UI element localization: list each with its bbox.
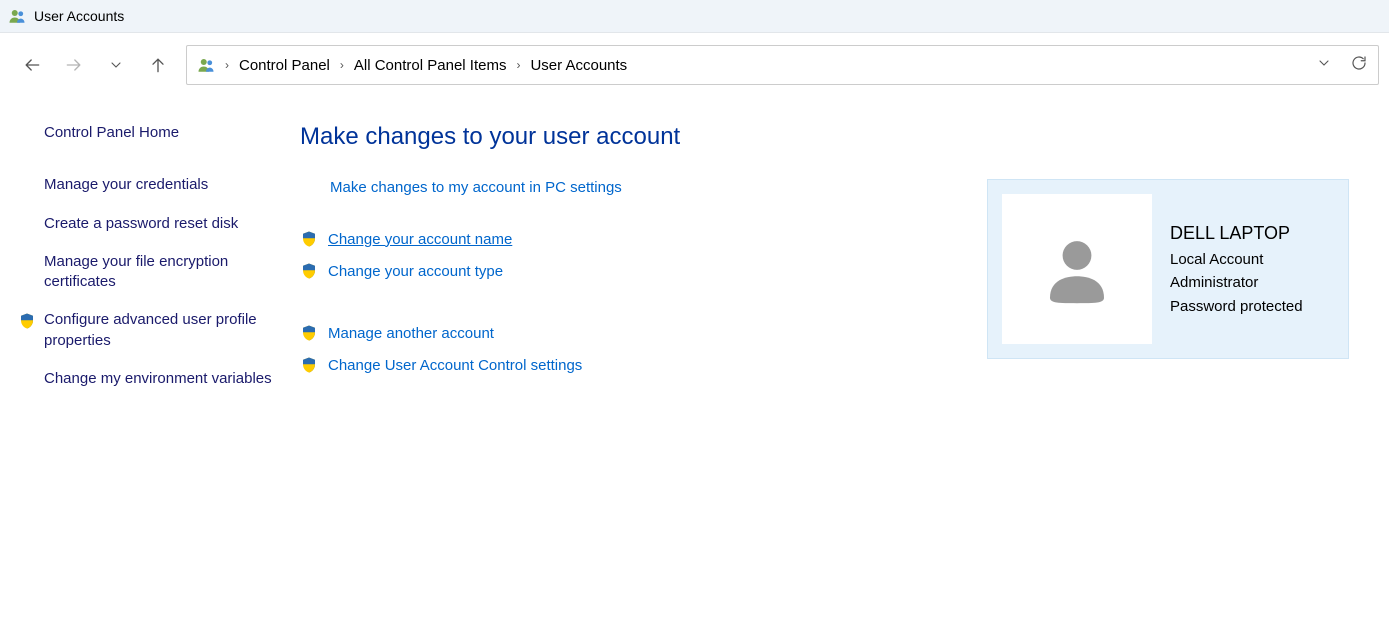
nav-forward-button[interactable] [60,51,88,79]
breadcrumb-item-2[interactable]: User Accounts [530,57,627,74]
user-accounts-crumb-icon [197,56,215,74]
action-label: Manage another account [328,325,494,342]
breadcrumb-item-1[interactable]: All Control Panel Items [354,57,507,74]
nav-recent-dropdown[interactable] [102,51,130,79]
action-label: Change your account type [328,263,503,280]
link-change-account-name[interactable]: Change your account name [300,230,947,248]
chevron-down-icon [108,57,124,73]
account-password-status: Password protected [1170,295,1303,318]
window-title: User Accounts [34,8,124,24]
arrow-left-icon [22,55,42,75]
sidebar: Control Panel Home Manage your credentia… [0,123,300,407]
link-manage-another-account[interactable]: Manage another account [300,324,947,342]
address-bar[interactable]: › Control Panel › All Control Panel Item… [186,45,1379,85]
breadcrumb-item-0[interactable]: Control Panel [239,57,330,74]
sidebar-link-file-encryption-certs[interactable]: Manage your file encryption certificates [44,252,280,293]
arrow-right-icon [64,55,84,75]
sidebar-item-label: Manage your credentials [44,175,208,195]
account-actions: Make changes to my account in PC setting… [300,179,947,388]
link-pc-settings[interactable]: Make changes to my account in PC setting… [300,179,947,196]
account-name: DELL LAPTOP [1170,220,1303,248]
link-change-account-type[interactable]: Change your account type [300,262,947,280]
sidebar-link-advanced-user-profile[interactable]: Configure advanced user profile properti… [44,310,280,351]
user-avatar-icon [1032,224,1122,314]
chevron-right-icon: › [516,58,520,72]
page-heading: Make changes to your user account [300,123,1349,151]
sidebar-item-label: Control Panel Home [44,123,179,143]
chevron-right-icon: › [340,58,344,72]
shield-icon [300,230,318,248]
chevron-right-icon: › [225,58,229,72]
main-content: Make changes to your user account Make c… [300,123,1389,407]
sidebar-link-control-panel-home[interactable]: Control Panel Home [44,123,280,143]
account-card: DELL LAPTOP Local Account Administrator … [987,179,1349,359]
account-type: Local Account [1170,248,1303,271]
action-label: Change User Account Control settings [328,357,582,374]
nav-back-button[interactable] [18,51,46,79]
chevron-down-icon [1316,55,1332,71]
nav-toolbar: › Control Panel › All Control Panel Item… [0,33,1389,97]
nav-up-button[interactable] [144,51,172,79]
user-accounts-app-icon [8,7,26,25]
action-label: Make changes to my account in PC setting… [330,179,622,196]
refresh-button[interactable] [1350,54,1368,76]
sidebar-item-label: Change my environment variables [44,369,272,389]
arrow-up-icon [148,55,168,75]
sidebar-item-label: Manage your file encryption certificates [44,252,280,293]
account-meta: DELL LAPTOP Local Account Administrator … [1170,220,1303,318]
address-dropdown-button[interactable] [1316,55,1332,75]
breadcrumb: › Control Panel › All Control Panel Item… [225,57,1306,74]
account-role: Administrator [1170,271,1303,294]
shield-icon [18,312,36,330]
sidebar-item-label: Create a password reset disk [44,214,238,234]
sidebar-item-label: Configure advanced user profile properti… [44,310,280,351]
sidebar-link-environment-variables[interactable]: Change my environment variables [44,369,280,389]
sidebar-link-password-reset-disk[interactable]: Create a password reset disk [44,214,280,234]
sidebar-link-manage-credentials[interactable]: Manage your credentials [44,175,280,195]
shield-icon [300,324,318,342]
window-titlebar: User Accounts [0,0,1389,33]
refresh-icon [1350,54,1368,72]
shield-icon [300,356,318,374]
link-change-uac-settings[interactable]: Change User Account Control settings [300,356,947,374]
action-label: Change your account name [328,231,512,248]
shield-icon [300,262,318,280]
account-avatar [1002,194,1152,344]
